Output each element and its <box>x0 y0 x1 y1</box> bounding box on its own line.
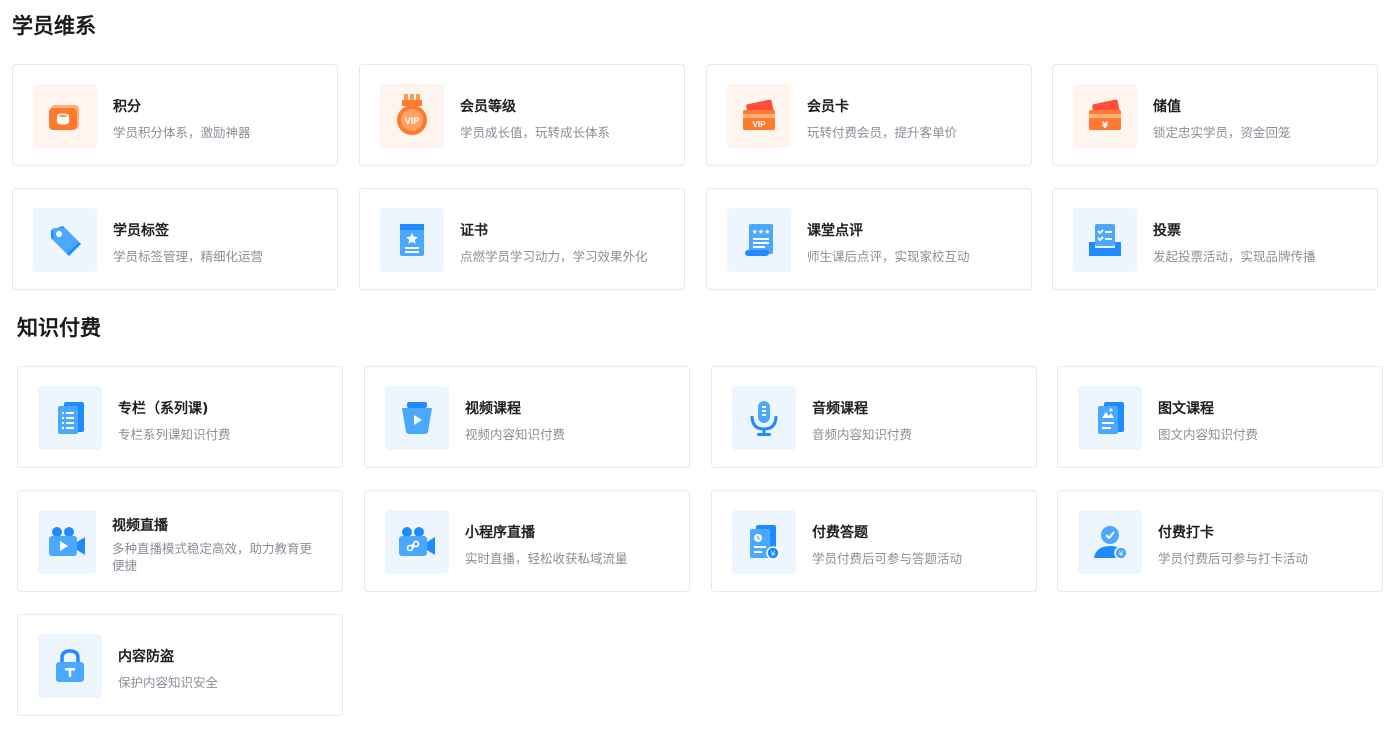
card-class-review[interactable]: ★★★ 课堂点评 师生课后点评，实现家校互动 <box>706 188 1032 290</box>
card-title: 视频课程 <box>465 401 521 417</box>
tag-icon <box>33 208 97 272</box>
card-title: 专栏（系列课) <box>118 401 209 417</box>
svg-text:¥: ¥ <box>1102 121 1109 131</box>
card-title: 会员等级 <box>460 99 516 115</box>
card-description: 学员成长值，玩转成长体系 <box>460 125 611 140</box>
svg-text:★★★: ★★★ <box>752 228 771 236</box>
card-student-tags[interactable]: 学员标签 学员标签管理，精细化运营 <box>12 188 338 290</box>
card-vote[interactable]: 投票 发起投票活动，实现品牌传播 <box>1052 188 1378 290</box>
image-text-icon <box>1078 386 1142 450</box>
card-description: 玩转付费会员，提升客单价 <box>807 125 958 140</box>
section-title-student-retention: 学员维系 <box>12 14 96 38</box>
card-description: 音频内容知识付费 <box>812 427 913 442</box>
card-title: 图文课程 <box>1158 401 1214 417</box>
card-title: 付费打卡 <box>1158 525 1214 541</box>
card-description: 点燃学员学习动力，学习效果外化 <box>460 249 648 264</box>
paid-quiz-icon: ¥ <box>732 510 796 574</box>
card-video-live[interactable]: 视频直播 多种直播模式稳定高效，助力教育更便捷 <box>17 490 343 592</box>
video-play-icon <box>385 386 449 450</box>
card-column-series[interactable]: 专栏（系列课) 专栏系列课知识付费 <box>17 366 343 468</box>
card-audio-course[interactable]: 音频课程 音频内容知识付费 <box>711 366 1037 468</box>
card-description: 保护内容知识安全 <box>118 675 219 690</box>
card-member-level[interactable]: VIP 会员等级 学员成长值，玩转成长体系 <box>359 64 685 166</box>
card-title: 证书 <box>460 223 488 239</box>
card-title: 课堂点评 <box>807 223 863 239</box>
svg-text:VIP: VIP <box>753 120 767 129</box>
card-description: 视频内容知识付费 <box>465 427 566 442</box>
vote-icon <box>1073 208 1137 272</box>
coins-icon <box>33 84 97 148</box>
card-stored-value[interactable]: ¥ 储值 锁定忠实学员，资金回笼 <box>1052 64 1378 166</box>
card-certificate[interactable]: 证书 点燃学员学习动力，学习效果外化 <box>359 188 685 290</box>
column-book-icon <box>38 386 102 450</box>
card-member-card[interactable]: VIP 会员卡 玩转付费会员，提升客单价 <box>706 64 1032 166</box>
card-title: 小程序直播 <box>465 525 535 541</box>
card-description: 学员标签管理，精细化运营 <box>113 249 264 264</box>
paid-checkin-icon: ¥ <box>1078 510 1142 574</box>
card-paid-quiz[interactable]: ¥ 付费答题 学员付费后可参与答题活动 <box>711 490 1037 592</box>
review-scroll-icon: ★★★ <box>727 208 791 272</box>
card-description: 学员付费后可参与打卡活动 <box>1158 551 1309 566</box>
lock-icon <box>38 634 102 698</box>
card-mini-program-live[interactable]: 小程序直播 实时直播，轻松收获私域流量 <box>364 490 690 592</box>
vip-card-icon: VIP <box>727 84 791 148</box>
microphone-icon <box>732 386 796 450</box>
card-description: 多种直播模式稳定高效，助力教育更便捷 <box>112 541 313 573</box>
card-title: 付费答题 <box>812 525 868 541</box>
card-title: 音频课程 <box>812 401 868 417</box>
vip-medal-icon: VIP <box>380 84 444 148</box>
certificate-icon <box>380 208 444 272</box>
svg-text:¥: ¥ <box>771 550 776 558</box>
svg-text:¥: ¥ <box>1119 550 1124 558</box>
card-title: 积分 <box>113 99 141 115</box>
card-title: 投票 <box>1153 223 1181 239</box>
card-image-text-course[interactable]: 图文课程 图文内容知识付费 <box>1057 366 1383 468</box>
card-description: 师生课后点评，实现家校互动 <box>807 249 970 264</box>
card-title: 会员卡 <box>807 99 849 115</box>
card-description: 发起投票活动，实现品牌传播 <box>1153 249 1316 264</box>
card-description: 学员积分体系，激励神器 <box>113 125 251 140</box>
card-description: 学员付费后可参与答题活动 <box>812 551 963 566</box>
svg-text:VIP: VIP <box>405 116 420 126</box>
card-description: 实时直播，轻松收获私域流量 <box>465 551 628 566</box>
video-camera-icon <box>38 510 96 574</box>
mini-program-live-icon <box>385 510 449 574</box>
card-title: 视频直播 <box>112 518 168 534</box>
card-video-course[interactable]: 视频课程 视频内容知识付费 <box>364 366 690 468</box>
card-content-anti-theft[interactable]: 内容防盗 保护内容知识安全 <box>17 614 343 716</box>
card-description: 锁定忠实学员，资金回笼 <box>1153 125 1291 140</box>
card-title: 学员标签 <box>113 223 169 239</box>
card-title: 内容防盗 <box>118 649 174 665</box>
card-description: 专栏系列课知识付费 <box>118 427 231 442</box>
card-description: 图文内容知识付费 <box>1158 427 1259 442</box>
card-points[interactable]: 积分 学员积分体系，激励神器 <box>12 64 338 166</box>
stored-value-card-icon: ¥ <box>1073 84 1137 148</box>
card-title: 储值 <box>1153 99 1181 115</box>
section-title-knowledge-payment: 知识付费 <box>17 316 101 340</box>
card-paid-checkin[interactable]: ¥ 付费打卡 学员付费后可参与打卡活动 <box>1057 490 1383 592</box>
